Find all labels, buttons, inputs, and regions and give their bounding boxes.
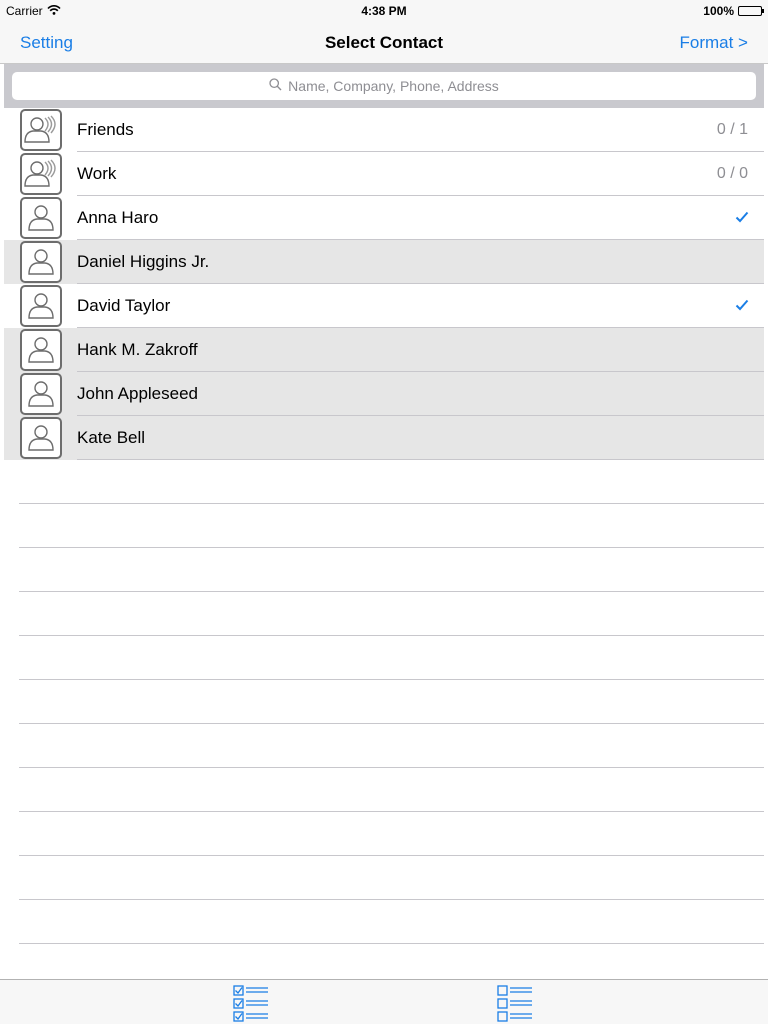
battery-percent: 100%	[703, 4, 734, 18]
format-button[interactable]: Format >	[680, 33, 749, 53]
contact-row-label: Anna Haro	[77, 208, 159, 227]
contact-row[interactable]: Work 0 / 0	[4, 152, 764, 196]
select-all-list-icon[interactable]	[232, 982, 272, 1022]
battery-icon	[738, 6, 764, 16]
contact-row-label: Daniel Higgins Jr.	[77, 252, 210, 271]
person-contact-icon	[20, 329, 62, 371]
search-input[interactable]: Name, Company, Phone, Address	[12, 72, 756, 100]
person-contact-icon	[20, 197, 62, 239]
deselect-all-list-icon[interactable]	[496, 982, 536, 1022]
empty-row-separator	[19, 856, 764, 900]
group-contact-icon	[20, 109, 62, 151]
empty-row-separator	[19, 548, 764, 592]
empty-row-separator	[19, 636, 764, 680]
empty-row-separator	[19, 900, 764, 944]
group-selection-count: 0 / 1	[716, 121, 748, 138]
checkmark-icon	[735, 298, 749, 316]
empty-separator-lines	[19, 460, 764, 944]
contact-row-label: David Taylor	[77, 296, 171, 315]
contact-row-label: Work	[77, 164, 117, 183]
contact-row-label: Friends	[77, 120, 134, 139]
tab-bar	[0, 979, 768, 1024]
status-time: 4:38 PM	[361, 4, 407, 18]
contact-row-label: Kate Bell	[77, 428, 146, 447]
status-bar: Carrier 4:38 PM 100%	[0, 0, 768, 20]
search-icon	[269, 78, 288, 94]
empty-row-separator	[19, 812, 764, 856]
navigation-bar: Setting Select Contact Format >	[0, 20, 768, 64]
page-title: Select Contact	[324, 33, 444, 52]
contact-row[interactable]: Friends 0 / 1	[4, 108, 764, 152]
person-contact-icon	[20, 285, 62, 327]
contact-row[interactable]: John Appleseed	[4, 372, 764, 416]
person-contact-icon	[20, 373, 62, 415]
empty-row-separator	[19, 680, 764, 724]
contact-row-label: Hank M. Zakroff	[77, 340, 198, 359]
search-bar: Name, Company, Phone, Address	[4, 64, 764, 108]
empty-row-separator	[19, 460, 764, 504]
search-placeholder: Name, Company, Phone, Address	[288, 78, 499, 94]
checkmark-icon	[735, 210, 749, 228]
person-contact-icon	[20, 241, 62, 283]
empty-row-separator	[19, 592, 764, 636]
group-contact-icon	[20, 153, 62, 195]
contact-row-label: John Appleseed	[77, 384, 198, 403]
contact-row[interactable]: Anna Haro	[4, 196, 764, 240]
setting-button[interactable]: Setting	[20, 33, 73, 53]
person-contact-icon	[20, 417, 62, 459]
contact-row[interactable]: Kate Bell	[4, 416, 764, 460]
empty-row-separator	[19, 504, 764, 548]
contact-list: Friends 0 / 1 Work 0 / 0 Anna Haro Daniel Hig…	[4, 108, 764, 460]
empty-row-separator	[19, 724, 764, 768]
contact-row[interactable]: Hank M. Zakroff	[4, 328, 764, 372]
empty-row-separator	[19, 768, 764, 812]
group-selection-count: 0 / 0	[716, 165, 748, 182]
contact-row[interactable]: David Taylor	[4, 284, 764, 328]
contact-row[interactable]: Daniel Higgins Jr.	[4, 240, 764, 284]
status-right: 100%	[703, 4, 764, 18]
